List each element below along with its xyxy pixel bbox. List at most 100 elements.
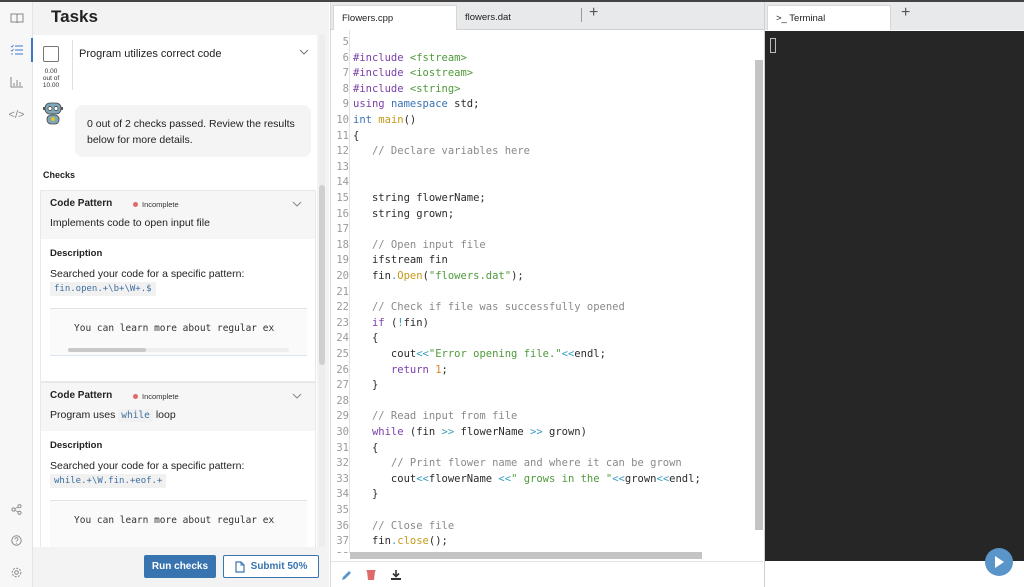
line-source: if (!fin) [371, 316, 429, 329]
code-line[interactable]: 21 [331, 285, 761, 301]
line-number: 31 [336, 441, 349, 454]
chevron-down-icon[interactable] [292, 391, 302, 401]
task-checkbox[interactable] [43, 46, 59, 62]
code-line[interactable]: 18 // Open input file [331, 238, 761, 254]
code-line[interactable]: 6 #include <fstream> [331, 51, 761, 67]
tab-flowers-cpp[interactable]: Flowers.cpp [333, 5, 457, 30]
code-line[interactable]: 33 cout<<flowerName <<" grows in the "<<… [331, 472, 761, 488]
robot-avatar-icon [43, 102, 63, 125]
editor-vertical-scrollbar[interactable] [755, 60, 763, 530]
code-line[interactable]: 17 [331, 222, 761, 238]
code-line[interactable]: 23 if (!fin) [331, 316, 761, 332]
run-button[interactable] [985, 548, 1013, 576]
settings-icon[interactable] [0, 561, 33, 583]
code-line[interactable]: 24 { [331, 331, 761, 347]
tab-flowers-dat[interactable]: flowers.dat [457, 5, 581, 30]
task-title: Program utilizes correct code [79, 48, 222, 60]
code-line[interactable]: 25 cout<<"Error opening file."<<endl; [331, 347, 761, 363]
chevron-down-icon[interactable] [299, 47, 309, 57]
code-line[interactable]: 20 fin.Open("flowers.dat"); [331, 269, 761, 285]
code-area[interactable]: 5 6 #include <fstream> 7 #include <iostream>… [331, 30, 763, 553]
code-line[interactable]: 36 // Close file [331, 519, 761, 535]
pencil-icon[interactable] [340, 568, 354, 582]
submit-label: Submit 50% [250, 561, 308, 572]
code-line[interactable]: 12 // Declare variables here [331, 144, 761, 160]
line-number: 8 [342, 82, 349, 95]
code-line[interactable]: 7 #include <iostream> [331, 66, 761, 82]
check-card: Code Pattern Incomplete Implements code … [40, 190, 316, 382]
line-source: } [353, 488, 379, 501]
line-source: fin.Open("flowers.dat"); [353, 270, 524, 282]
code-line[interactable]: 35 [331, 503, 761, 519]
line-source: // Read input from file [371, 410, 518, 423]
line-number: 22 [336, 301, 349, 314]
check-status: Incomplete [142, 392, 179, 401]
share-icon[interactable] [0, 498, 33, 520]
editor-horizontal-scrollbar[interactable] [350, 552, 702, 559]
check-header[interactable]: Code Pattern Incomplete Implements code … [41, 191, 315, 239]
line-number: 27 [336, 379, 349, 392]
add-tab-button[interactable]: + [589, 4, 598, 22]
terminal-pane: >_ Terminal + [764, 2, 1024, 587]
code-line[interactable]: 26 return 1; [331, 363, 761, 379]
line-number: 34 [336, 488, 349, 501]
line-number: 18 [336, 238, 349, 251]
code-line[interactable]: 32 // Print flower name and where it can… [331, 456, 761, 472]
line-number: 16 [336, 207, 349, 220]
line-number: 7 [342, 67, 349, 80]
submit-button[interactable]: Submit 50% [223, 555, 319, 578]
check-status: Incomplete [142, 200, 179, 209]
regex-pattern: fin.open.+\b+\W+.$ [50, 282, 156, 296]
help-icon[interactable] [0, 529, 33, 551]
code-line[interactable]: 28 [331, 394, 761, 410]
line-number: 32 [336, 457, 349, 470]
chevron-down-icon[interactable] [292, 199, 302, 209]
run-checks-button[interactable]: Run checks [144, 555, 216, 578]
line-source: { [353, 129, 360, 142]
add-terminal-button[interactable]: + [901, 4, 910, 22]
code-line[interactable]: 16 string grown; [331, 207, 761, 223]
line-source: // Print flower name and where it can be… [390, 457, 682, 470]
scrollbar-thumb[interactable] [319, 185, 325, 365]
book-icon[interactable] [0, 7, 33, 29]
line-number: 38 [331, 550, 349, 553]
editor-tabbar: Flowers.cpp flowers.dat + [331, 2, 765, 30]
code-line[interactable]: 27 } [331, 378, 761, 394]
tasks-scrollbar[interactable] [319, 35, 325, 547]
tasks-panel: Tasks 0.00 out of 10.00 Program utilizes… [33, 2, 329, 587]
line-source: string flowerName; [353, 192, 486, 204]
task-header[interactable]: 0.00 out of 10.00 Program utilizes corre… [33, 35, 317, 93]
line-source: // Check if file was successfully opened [371, 301, 625, 314]
tab-terminal[interactable]: >_ Terminal [767, 5, 891, 30]
download-icon[interactable] [389, 568, 403, 582]
line-source: using namespace std; [353, 98, 480, 111]
line-number: 33 [336, 472, 349, 485]
code-line[interactable]: 15 string flowerName; [331, 191, 761, 207]
code-line[interactable]: 31 { [331, 441, 761, 457]
line-number: 19 [336, 254, 349, 267]
chart-icon[interactable] [0, 71, 33, 93]
code-icon[interactable]: </> [0, 104, 33, 126]
code-line[interactable]: 22 // Check if file was successfully ope… [331, 300, 761, 316]
terminal-output[interactable] [765, 31, 1024, 561]
check-header[interactable]: Code Pattern Incomplete Program uses whi… [41, 383, 315, 431]
code-line[interactable]: 11 { [331, 129, 761, 145]
horizontal-scrollbar[interactable] [68, 348, 289, 352]
code-line[interactable]: 5 [331, 35, 761, 51]
document-icon [235, 560, 245, 573]
code-line[interactable]: 14 [331, 175, 761, 191]
description-label: Description [50, 248, 103, 259]
code-line[interactable]: 30 while (fin >> flowerName >> grown) [331, 425, 761, 441]
code-line[interactable]: 13 [331, 160, 761, 176]
scrollbar-thumb[interactable] [68, 348, 146, 352]
code-line[interactable]: 8 #include <string> [331, 82, 761, 98]
trash-icon[interactable] [364, 568, 378, 582]
code-line[interactable]: 9 using namespace std; [331, 97, 761, 113]
code-line[interactable]: 29 // Read input from file [331, 409, 761, 425]
line-number: 15 [336, 192, 349, 204]
code-line[interactable]: 19 ifstream fin [331, 253, 761, 269]
code-line[interactable]: 10 int main() [331, 113, 761, 129]
code-line[interactable]: 34 } [331, 487, 761, 503]
code-line[interactable]: 37 fin.close(); [331, 534, 761, 550]
checklist-icon[interactable] [0, 39, 33, 61]
